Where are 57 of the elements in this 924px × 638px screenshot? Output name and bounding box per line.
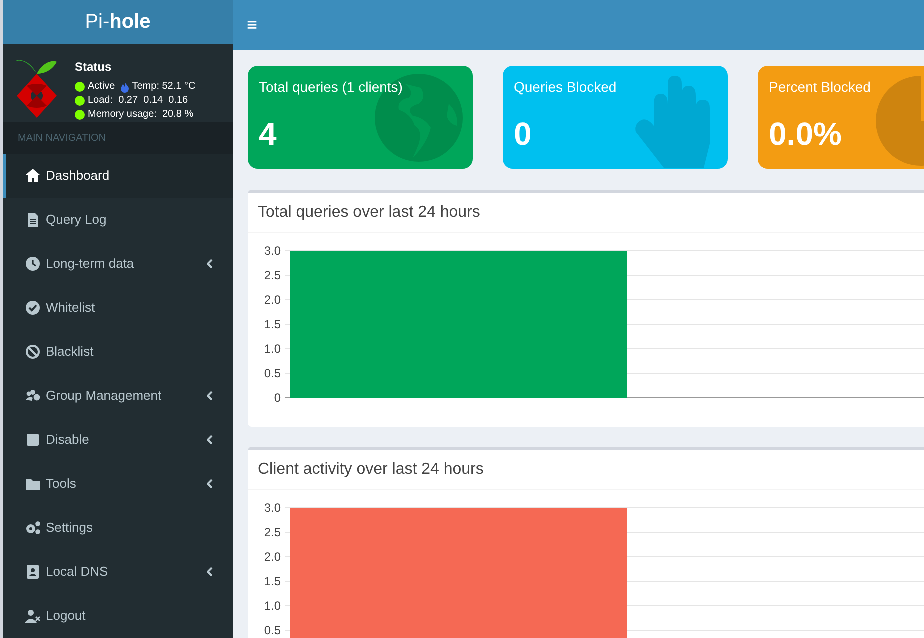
- gears-icon: [25, 520, 41, 536]
- stat-title: Percent Blocked: [769, 78, 871, 97]
- user-remove-icon: [25, 608, 41, 624]
- status-title: Status: [75, 59, 113, 76]
- app-logo[interactable]: Pi-hole: [85, 7, 151, 38]
- status-text: Load: 0.27 0.14 0.16: [88, 94, 188, 108]
- axis-label: 0.5: [264, 366, 281, 380]
- chevron-left-icon: [207, 435, 213, 445]
- axis-label: 2.5: [264, 268, 281, 282]
- nav-header: MAIN NAVIGATION: [18, 132, 106, 146]
- axis-label: 2.0: [264, 550, 281, 564]
- axis-label: 0.5: [264, 624, 281, 638]
- nav-item[interactable]: Dashboard: [3, 154, 233, 198]
- home-icon: [25, 168, 41, 184]
- nav-item[interactable]: Disable: [3, 418, 233, 462]
- axis-label: 2.0: [264, 293, 281, 307]
- contact-card-icon: [25, 564, 41, 580]
- axis-label: 0: [274, 391, 281, 405]
- nav-item[interactable]: Group Management: [3, 374, 233, 418]
- users-icon: [25, 388, 41, 404]
- nav-item[interactable]: Blacklist: [3, 330, 233, 374]
- stat-value: 4: [259, 115, 277, 154]
- axis-label: 2.5: [264, 526, 281, 540]
- axis-label: 1.5: [264, 574, 281, 588]
- stat-value: 0.0%: [769, 115, 842, 154]
- flame-icon: [121, 82, 130, 93]
- chart-title: Client activity over last 24 hours: [258, 460, 484, 480]
- check-circle-icon: [25, 300, 41, 316]
- status-text: Memory usage: 20.8 %: [88, 108, 194, 122]
- nav-item[interactable]: Long-term data: [3, 242, 233, 286]
- nav-item[interactable]: Query Log: [3, 198, 233, 242]
- menu-toggle-button[interactable]: ≡: [233, 0, 272, 50]
- nav-item[interactable]: Local DNS: [3, 550, 233, 594]
- chevron-left-icon: [207, 391, 213, 401]
- nav-item[interactable]: Logout: [3, 594, 233, 638]
- axis-label: 1.0: [264, 599, 281, 613]
- nav-item[interactable]: Tools: [3, 462, 233, 506]
- nav-item[interactable]: Whitelist: [3, 286, 233, 330]
- folder-icon: [25, 476, 41, 492]
- clock-icon: [25, 256, 41, 272]
- chevron-left-icon: [207, 479, 213, 489]
- temperature-text: Temp: 52.1 °C: [132, 80, 196, 94]
- nav-item[interactable]: Settings: [3, 506, 233, 550]
- axis-label: 1.5: [264, 318, 281, 332]
- document-icon: [25, 212, 41, 228]
- square-icon: [25, 432, 41, 448]
- chevron-left-icon: [207, 259, 213, 269]
- status-text: Active: [88, 80, 116, 94]
- stat-value: 0: [514, 115, 532, 154]
- chevron-left-icon: [207, 567, 213, 577]
- stat-title: Total queries (1 clients): [259, 78, 403, 97]
- chart-title: Total queries over last 24 hours: [258, 202, 480, 222]
- axis-label: 3.0: [264, 244, 281, 258]
- axis-label: 1.0: [264, 342, 281, 356]
- stat-title: Queries Blocked: [514, 78, 617, 97]
- axis-label: 3.0: [264, 501, 281, 515]
- ban-icon: [25, 344, 41, 360]
